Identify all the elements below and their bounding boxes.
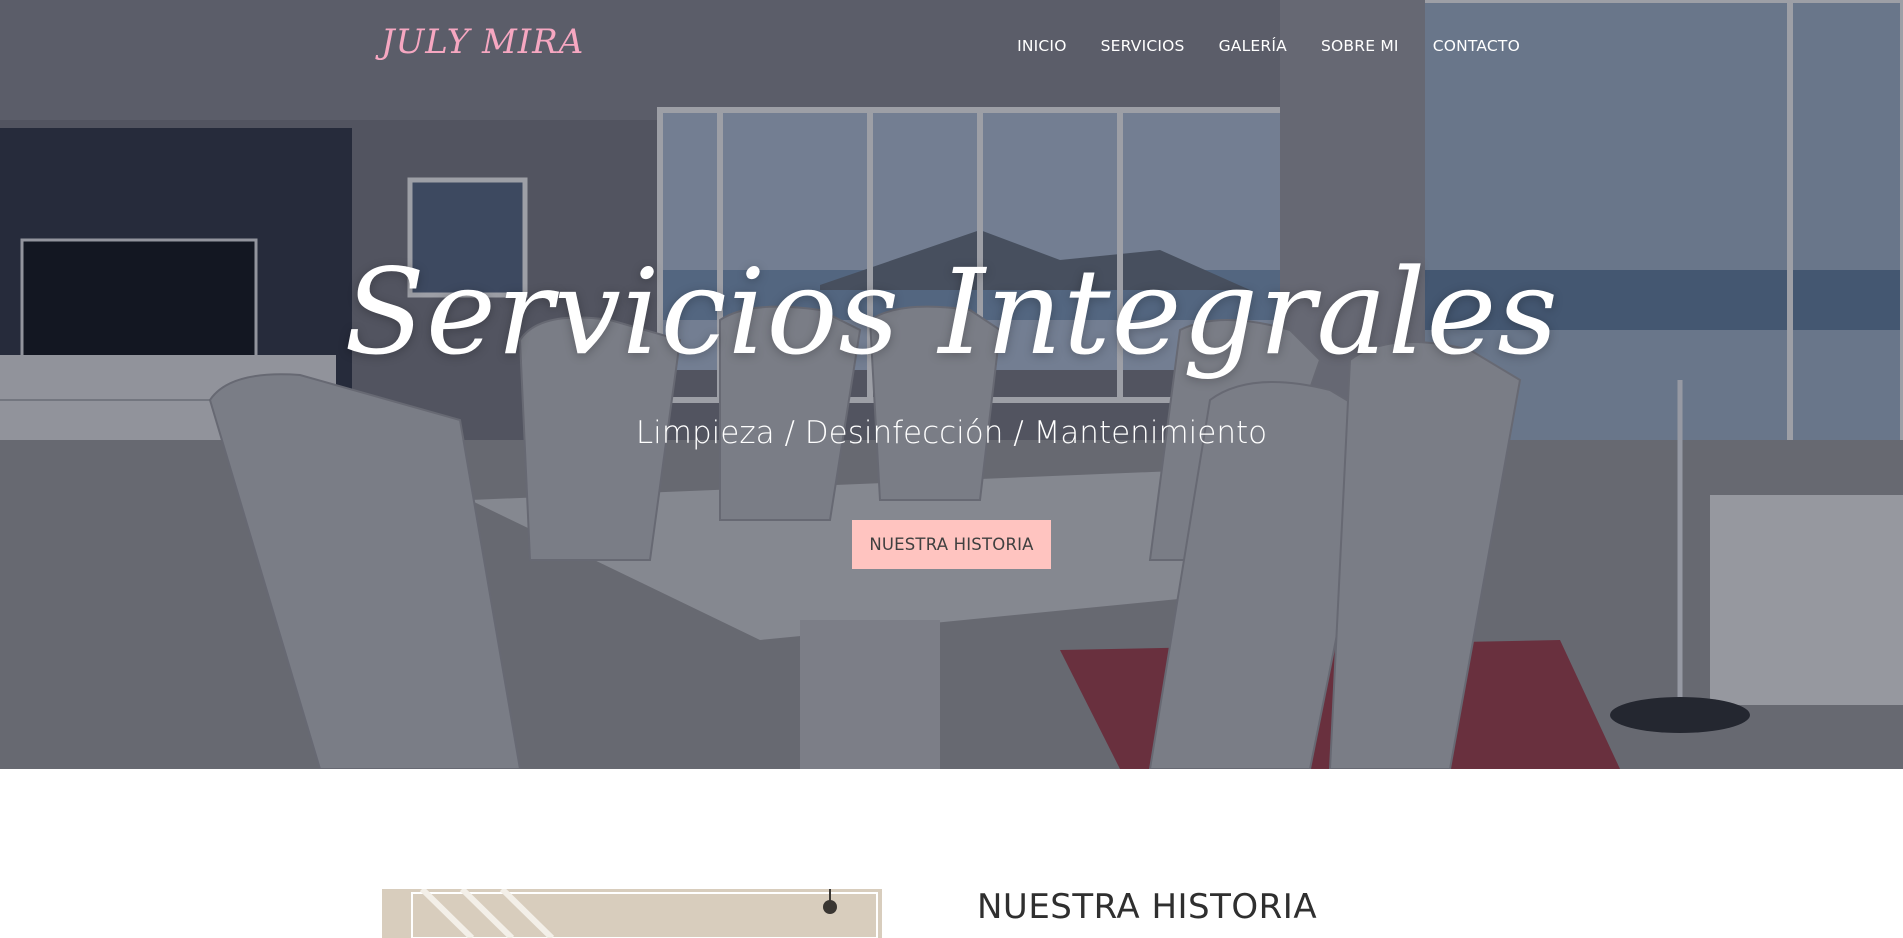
nav-link-servicios[interactable]: SERVICIOS	[1101, 37, 1185, 55]
nav-link-contacto[interactable]: CONTACTO	[1433, 37, 1520, 55]
nav-item: SOBRE MI	[1321, 36, 1399, 55]
hero-title: Servicios Integrales	[344, 243, 1559, 381]
story-image	[382, 889, 882, 938]
main-navbar: JULY MIRA INICIO SERVICIOS GALERÍA SOBRE…	[0, 0, 1903, 92]
nav-item: CONTACTO	[1433, 36, 1520, 55]
hero-section: JULY MIRA INICIO SERVICIOS GALERÍA SOBRE…	[0, 0, 1903, 769]
nuestra-historia-button[interactable]: NUESTRA HISTORIA	[852, 520, 1051, 569]
nav-link-sobre-mi[interactable]: SOBRE MI	[1321, 37, 1399, 55]
nav-item: GALERÍA	[1219, 36, 1287, 55]
nav-menu: INICIO SERVICIOS GALERÍA SOBRE MI CONTAC…	[1017, 36, 1520, 55]
hero-dark-overlay	[0, 0, 1903, 769]
nav-item: SERVICIOS	[1101, 36, 1185, 55]
hero-subtitle: Limpieza / Desinfección / Mantenimiento	[635, 415, 1268, 451]
nav-item: INICIO	[1017, 36, 1067, 55]
story-heading: NUESTRA HISTORIA	[977, 887, 1318, 927]
nav-link-galeria[interactable]: GALERÍA	[1219, 37, 1287, 55]
brand-logo[interactable]: JULY MIRA	[381, 22, 584, 62]
nav-link-inicio[interactable]: INICIO	[1017, 37, 1067, 55]
